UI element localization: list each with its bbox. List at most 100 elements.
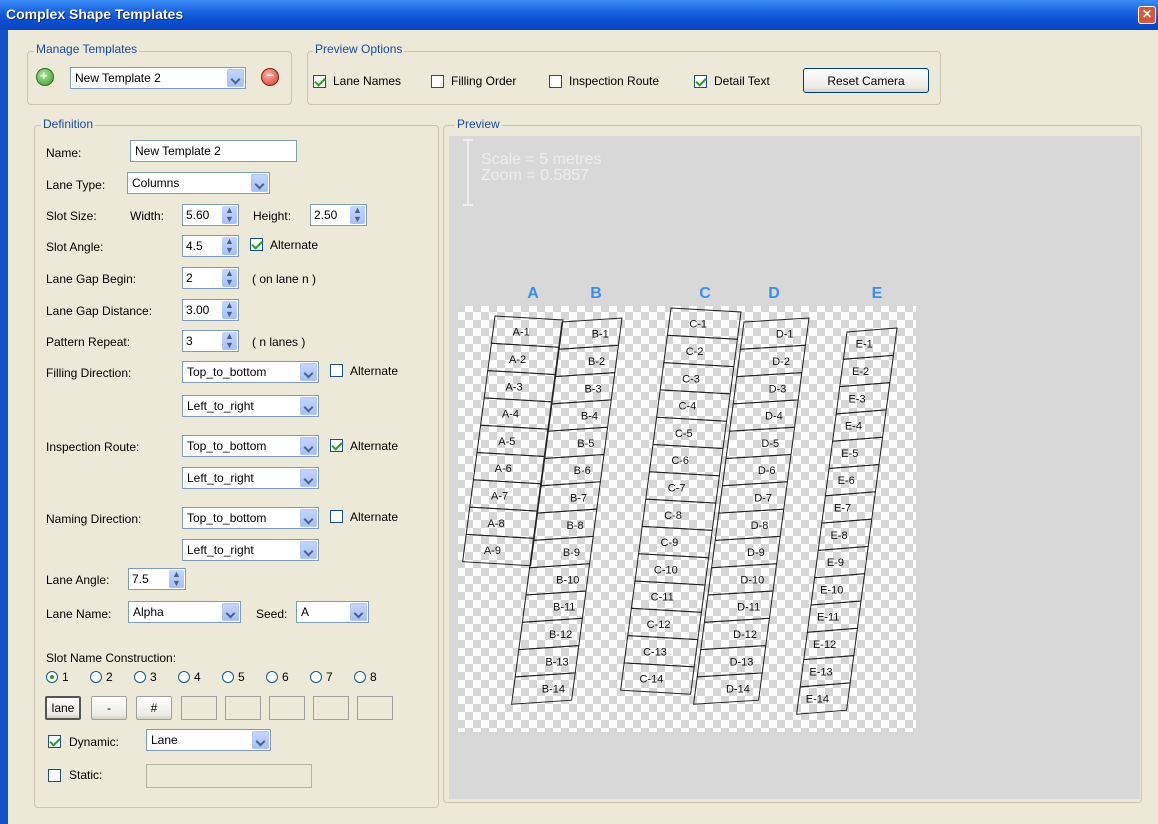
spin-arrows-icon[interactable]: ▲ ▼: [222, 301, 237, 319]
lane-gap-begin-stepper[interactable]: 2 ▲ ▼: [182, 267, 239, 289]
lane-gap-distance-stepper[interactable]: 3.00 ▲ ▼: [182, 299, 239, 321]
dynamic-checkbox[interactable]: [48, 735, 61, 748]
chevron-down-icon[interactable]: [300, 541, 317, 559]
spin-arrows-icon[interactable]: ▲ ▼: [222, 206, 237, 224]
construction-box-5[interactable]: [225, 696, 261, 720]
inspection-route-select-2[interactable]: Left_to_right: [182, 467, 319, 489]
slot-label-B-10: B-10: [556, 574, 579, 586]
filling-direction-select-2[interactable]: Left_to_right: [182, 395, 319, 417]
preview-area: [458, 306, 916, 732]
radio-5[interactable]: [222, 671, 234, 683]
chevron-down-icon[interactable]: [251, 174, 268, 192]
reset-camera-button[interactable]: Reset Camera: [803, 68, 929, 93]
filling-alternate-checkbox[interactable]: [330, 364, 343, 377]
detail-text-checkbox[interactable]: [694, 75, 707, 88]
height-stepper[interactable]: 2.50 ▲ ▼: [310, 204, 367, 226]
lane-type-select[interactable]: Columns: [127, 172, 270, 194]
slot-angle-stepper[interactable]: 4.5 ▲ ▼: [182, 235, 239, 257]
construction-box-6[interactable]: [269, 696, 305, 720]
spin-arrows-icon[interactable]: ▲ ▼: [222, 237, 237, 255]
seed-select[interactable]: A: [296, 601, 369, 623]
lane-name-select[interactable]: Alpha: [128, 601, 241, 623]
slot-label-C-2: C-2: [686, 346, 704, 358]
name-label: Name:: [46, 146, 82, 160]
filling-order-label: Filling Order: [451, 74, 517, 88]
radio-6[interactable]: [266, 671, 278, 683]
radio-7-label: 7: [326, 670, 333, 684]
lane-angle-stepper[interactable]: 7.5 ▲ ▼: [128, 568, 186, 590]
slot-label-D-1: D-1: [776, 329, 794, 341]
slot-label-A-4: A-4: [502, 409, 519, 421]
naming-direction-select-2[interactable]: Left_to_right: [182, 539, 319, 561]
height-value: 2.50: [314, 208, 338, 222]
slot-angle-alternate-checkbox[interactable]: [250, 238, 263, 251]
radio-4[interactable]: [178, 671, 190, 683]
spin-arrows-icon[interactable]: ▲ ▼: [169, 570, 184, 588]
lane-names-checkbox[interactable]: [313, 75, 326, 88]
slot-label-B-8: B-8: [566, 520, 583, 532]
chevron-down-icon[interactable]: [300, 509, 317, 527]
filling-direction-select-1[interactable]: Top_to_bottom: [182, 361, 319, 383]
inspection-alternate-checkbox[interactable]: [330, 439, 343, 452]
chevron-down-icon[interactable]: [300, 397, 317, 415]
construction-box-4[interactable]: [181, 696, 217, 720]
width-stepper[interactable]: 5.60 ▲ ▼: [182, 204, 239, 226]
radio-8[interactable]: [354, 671, 366, 683]
chevron-down-icon[interactable]: [227, 69, 244, 87]
name-field[interactable]: New Template 2: [130, 140, 297, 162]
pattern-repeat-stepper[interactable]: 3 ▲ ▼: [182, 330, 239, 352]
close-button[interactable]: ✕: [1138, 6, 1156, 24]
slot-label-E-6: E-6: [838, 475, 855, 487]
chevron-down-icon[interactable]: [300, 437, 317, 455]
inspection-route-select-1[interactable]: Top_to_bottom: [182, 435, 319, 457]
manage-templates-legend: Manage Templates: [34, 42, 140, 56]
preview-svg: A A-1 A-2 A-3 A-4 A-5 A-6 A-7 A-8 A-9 B B-1 B-2 B-3 B-…: [458, 139, 916, 732]
chevron-down-icon[interactable]: [252, 731, 269, 749]
slot-label-C-6: C-6: [671, 455, 689, 467]
naming-alternate-checkbox[interactable]: [330, 510, 343, 523]
construction-box-3[interactable]: #: [136, 696, 172, 720]
slot-label-D-7: D-7: [754, 492, 772, 504]
remove-template-button[interactable]: −: [261, 67, 279, 86]
width-value: 5.60: [186, 208, 210, 222]
naming-direction-value-2: Left_to_right: [187, 543, 254, 557]
slot-label-C-7: C-7: [668, 482, 686, 494]
chevron-down-icon[interactable]: [300, 469, 317, 487]
slot-label-E-3: E-3: [848, 393, 865, 405]
window-border: [0, 30, 8, 824]
construction-box-1[interactable]: lane: [45, 696, 81, 720]
radio-3-label: 3: [150, 670, 157, 684]
naming-direction-select-1[interactable]: Top_to_bottom: [182, 507, 319, 529]
slot-label-D-13: D-13: [730, 656, 754, 668]
radio-1[interactable]: [46, 671, 58, 683]
construction-box-8[interactable]: [357, 696, 393, 720]
slot-label-D-12: D-12: [733, 629, 757, 641]
spin-arrows-icon[interactable]: ▲ ▼: [222, 269, 237, 287]
scale-bar: [463, 139, 473, 206]
radio-7[interactable]: [310, 671, 322, 683]
chevron-down-icon[interactable]: [350, 603, 367, 621]
spin-arrows-icon[interactable]: ▲ ▼: [222, 332, 237, 350]
radio-2[interactable]: [90, 671, 102, 683]
dynamic-select[interactable]: Lane: [146, 729, 271, 751]
preview-canvas[interactable]: A A-1 A-2 A-3 A-4 A-5 A-6 A-7 A-8 A-9 B B-1 B-2 B-3 B-…: [449, 136, 1140, 799]
slot-label-D-6: D-6: [758, 465, 776, 477]
inspection-route-value-2: Left_to_right: [187, 471, 254, 485]
construction-box-2-label: -: [107, 701, 111, 715]
construction-box-7[interactable]: [313, 696, 349, 720]
slot-label-B-9: B-9: [563, 547, 580, 559]
lane-name-C: C: [699, 285, 711, 302]
spin-arrows-icon[interactable]: ▲ ▼: [350, 206, 365, 224]
lane-type-label: Lane Type:: [46, 178, 106, 192]
chevron-down-icon[interactable]: [300, 363, 317, 381]
construction-box-2[interactable]: -: [91, 696, 127, 720]
filling-order-checkbox[interactable]: [431, 75, 444, 88]
inspection-route-checkbox[interactable]: [549, 75, 562, 88]
add-template-button[interactable]: +: [36, 68, 54, 86]
static-checkbox[interactable]: [48, 769, 61, 782]
lane-gap-begin-label: Lane Gap Begin:: [46, 272, 137, 286]
template-select[interactable]: New Template 2: [70, 67, 246, 89]
radio-3[interactable]: [134, 671, 146, 683]
static-field[interactable]: [146, 764, 312, 788]
chevron-down-icon[interactable]: [222, 603, 239, 621]
